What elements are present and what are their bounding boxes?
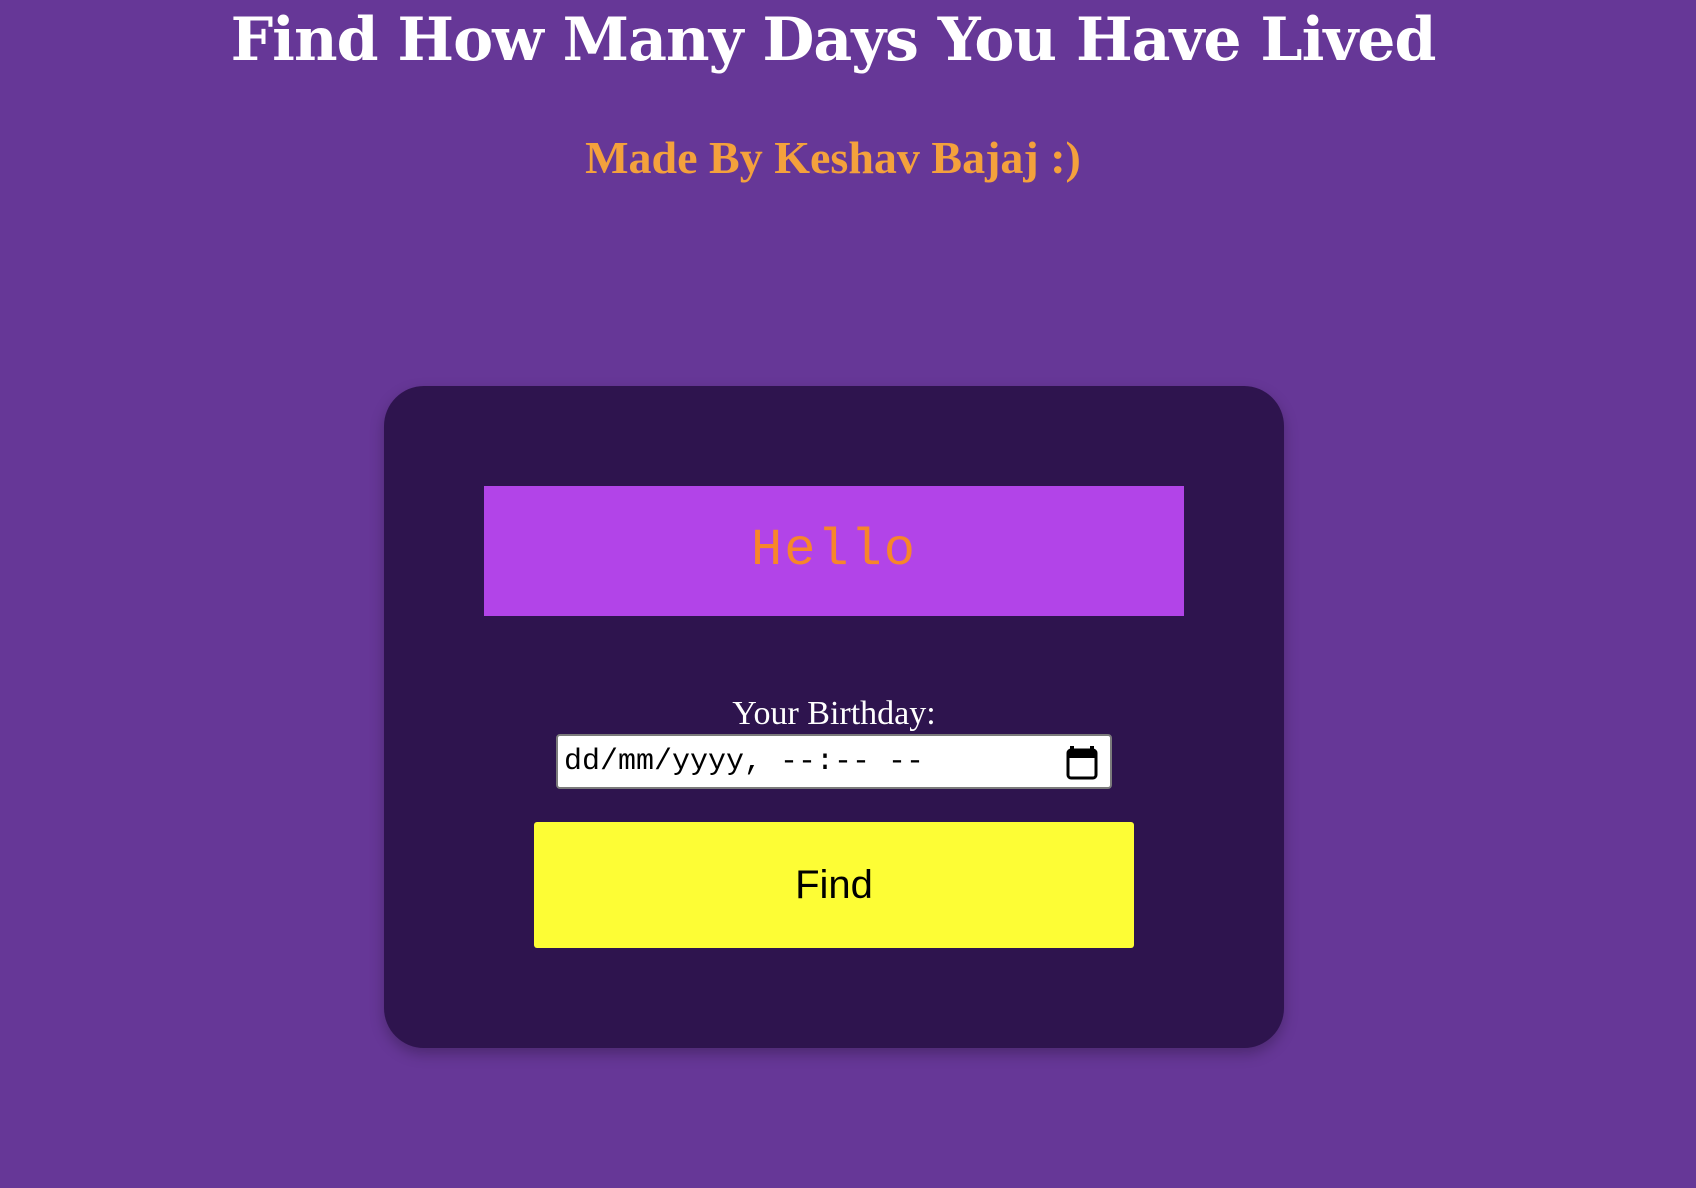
calendar-icon[interactable] — [1066, 744, 1098, 780]
find-button[interactable]: Find — [534, 822, 1134, 948]
birthday-datetime-input[interactable]: dd/mm/yyyy, --:-- -- — [556, 734, 1112, 789]
author-subtitle: Made By Keshav Bajaj :) — [585, 132, 1081, 183]
days-lived-card: Hello Your Birthday: dd/mm/yyyy, --:-- -… — [384, 386, 1284, 1048]
birthday-label: Your Birthday: — [732, 695, 936, 732]
page-title: Find How Many Days You Have Lived — [230, 5, 1437, 75]
greeting-text: Hello — [750, 521, 918, 580]
birthday-datetime-placeholder: dd/mm/yyyy, --:-- -- — [564, 744, 925, 779]
greeting-box: Hello — [484, 486, 1184, 616]
